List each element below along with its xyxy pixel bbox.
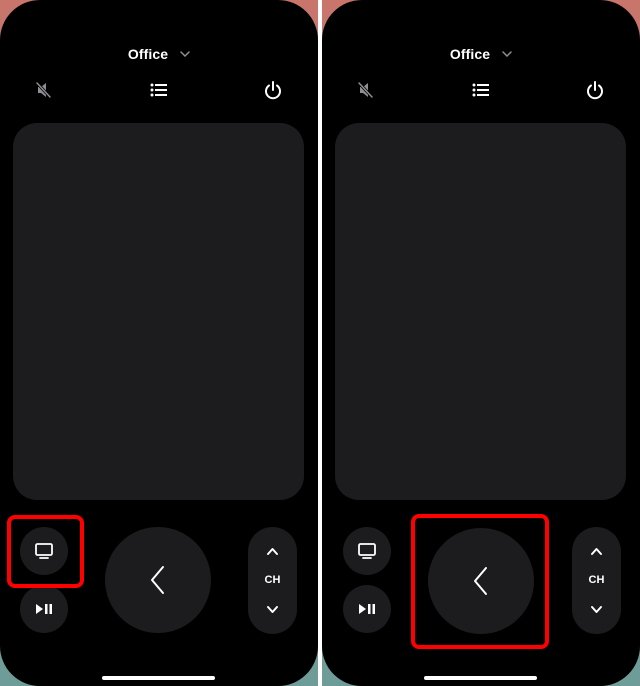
touchpad[interactable] — [335, 123, 626, 500]
power-button[interactable] — [262, 80, 284, 100]
channel-label: CH — [264, 574, 281, 586]
remote-screen-left: Office CH — [0, 0, 318, 686]
home-indicator[interactable] — [424, 676, 537, 680]
play-pause-button[interactable] — [20, 585, 68, 633]
highlight-box-tv-button — [7, 515, 84, 588]
channel-control: CH — [572, 527, 621, 634]
channel-down-button[interactable] — [266, 605, 279, 615]
highlight-box-back-button — [411, 514, 549, 649]
device-selector[interactable]: Office — [0, 44, 318, 62]
channel-control: CH — [248, 527, 297, 634]
guide-button[interactable] — [470, 80, 492, 100]
list-icon — [150, 83, 167, 97]
channel-label: CH — [588, 574, 605, 586]
chevron-down-icon — [180, 44, 190, 60]
tv-button[interactable] — [343, 527, 391, 575]
home-indicator[interactable] — [102, 676, 215, 680]
mute-icon — [357, 81, 374, 99]
back-button[interactable] — [105, 527, 211, 633]
tv-icon — [358, 543, 376, 559]
chevron-left-icon — [151, 566, 164, 594]
channel-up-button[interactable] — [590, 546, 603, 556]
play-pause-button[interactable] — [343, 585, 391, 633]
device-name: Office — [449, 46, 491, 62]
power-icon — [587, 81, 603, 100]
channel-up-button[interactable] — [266, 546, 279, 556]
device-name: Office — [127, 46, 169, 62]
power-icon — [265, 81, 281, 100]
channel-down-button[interactable] — [590, 605, 603, 615]
guide-button[interactable] — [148, 80, 170, 100]
device-selector[interactable]: Office — [322, 44, 640, 62]
power-button[interactable] — [584, 80, 606, 100]
play-pause-icon — [359, 604, 375, 614]
mute-button[interactable] — [33, 80, 55, 100]
mute-button[interactable] — [355, 80, 377, 100]
chevron-down-icon — [502, 44, 512, 60]
play-pause-icon — [36, 604, 52, 614]
remote-screen-right: Office CH — [322, 0, 640, 686]
mute-icon — [35, 81, 52, 99]
list-icon — [472, 83, 489, 97]
touchpad[interactable] — [13, 123, 304, 500]
